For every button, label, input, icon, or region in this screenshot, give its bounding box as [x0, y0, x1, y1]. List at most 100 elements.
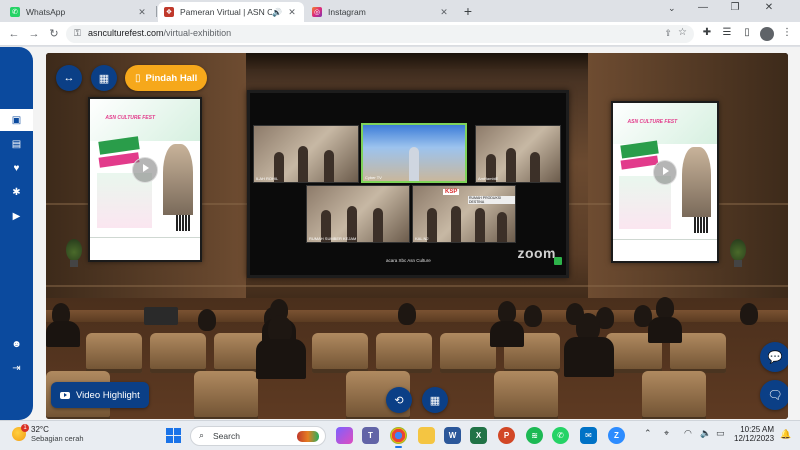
- powerpoint-app-icon[interactable]: P: [498, 427, 515, 444]
- taskbar-search-box[interactable]: ⌕ Search: [190, 426, 326, 446]
- toggle-view-button[interactable]: ↔: [56, 65, 82, 91]
- search-icon: ⌕: [199, 430, 205, 440]
- tab-separator: [156, 6, 157, 17]
- left-poster-screen[interactable]: ASN CULTURE FEST: [88, 97, 202, 262]
- whatsapp-icon: ✆: [10, 7, 20, 17]
- auditorium-3d-view[interactable]: ASN CULTURE FEST ASN CULTURE FEST ILAH R…: [46, 53, 788, 419]
- wall-stripe: [46, 285, 788, 287]
- teams-app-icon[interactable]: T: [362, 427, 379, 444]
- extensions-icon[interactable]: ✚: [700, 27, 714, 38]
- side-panel-icon[interactable]: ▯: [740, 27, 754, 38]
- word-app-icon[interactable]: W: [444, 427, 461, 444]
- seat: [440, 333, 496, 373]
- support-button[interactable]: 🗨: [760, 380, 788, 410]
- restore-icon[interactable]: ❐: [722, 2, 748, 13]
- seat: [642, 371, 706, 419]
- garuda-favicon-icon: ❖: [164, 7, 174, 17]
- chrome-app-icon[interactable]: [390, 427, 407, 448]
- whatsapp-app-icon[interactable]: ✆: [552, 427, 569, 444]
- tab-title: Pameran Virtual | ASN Cultu: [180, 7, 273, 17]
- share-icon[interactable]: ⇪: [664, 28, 672, 39]
- weather-widget[interactable]: 1 32°C Sebagian cerah: [12, 424, 84, 443]
- clock-date: 12/12/2023: [734, 434, 775, 443]
- zoom-meeting-caption: acara Xbc Asn Culture: [386, 258, 431, 263]
- sidebar-item-logout[interactable]: ⇥: [0, 357, 33, 379]
- conversation-icon: 🗨: [767, 388, 783, 402]
- user-icon: ☻: [11, 338, 22, 350]
- windows-start-icon[interactable]: [166, 428, 181, 443]
- site-info-icon[interactable]: ⚿: [74, 28, 81, 39]
- more-menu-icon[interactable]: ⋮: [780, 27, 794, 38]
- sidebar-item-map[interactable]: ▤: [0, 133, 33, 155]
- taskbar-clock[interactable]: 10:25 AM 12/12/2023: [734, 425, 774, 443]
- close-window-icon[interactable]: ✕: [756, 2, 782, 13]
- tab-title: WhatsApp: [26, 7, 66, 17]
- location-icon[interactable]: ⌖: [664, 428, 669, 439]
- reload-icon[interactable]: ↻: [46, 26, 62, 42]
- back-icon[interactable]: ←: [6, 26, 22, 42]
- volume-icon[interactable]: 🔈: [700, 428, 711, 439]
- seat: [194, 371, 258, 419]
- mail-app-icon[interactable]: ✉: [580, 427, 597, 444]
- sidebar-item-video[interactable]: ▶: [0, 205, 33, 227]
- sidebar-item-user[interactable]: ☻: [0, 333, 33, 355]
- video-highlight-label: Video Highlight: [76, 389, 140, 401]
- close-tab-icon[interactable]: ✕: [438, 7, 450, 18]
- poster-play-icon[interactable]: [131, 156, 159, 183]
- audience-head: [398, 303, 416, 325]
- poster-title: ASN CULTURE FEST: [627, 118, 678, 125]
- minimize-icon[interactable]: —: [690, 2, 716, 13]
- sidebar-item-favorite[interactable]: ♥: [0, 157, 33, 179]
- chat-button[interactable]: 💬: [760, 342, 788, 372]
- poster-figure: [681, 147, 711, 217]
- schedule-button[interactable]: ▦: [422, 387, 448, 413]
- building-icon: ▦: [98, 72, 110, 85]
- reading-list-icon[interactable]: ☰: [720, 27, 734, 38]
- video-tile: KSP RUMAH PRODUKSI DESTINA KAL N2: [412, 185, 516, 243]
- plant-leaves: [730, 239, 746, 261]
- speaker-icon[interactable]: 🔊: [272, 8, 282, 17]
- profile-avatar[interactable]: [760, 27, 774, 41]
- show-hidden-icons[interactable]: ⌃: [644, 428, 652, 439]
- tab-title: Instagram: [328, 7, 366, 17]
- tab-pameran-virtual[interactable]: ❖ Pameran Virtual | ASN Cultu 🔊 ✕: [158, 2, 304, 22]
- zoom-badge-icon: [554, 257, 562, 265]
- spotify-app-icon[interactable]: ≋: [526, 427, 543, 444]
- video-tile-caption: AmHambiE: [478, 176, 499, 181]
- sidebar-item-exhibition[interactable]: ▣: [0, 109, 33, 131]
- seat: [376, 333, 432, 373]
- plant-decoration: [66, 239, 82, 267]
- qr-code: [694, 216, 709, 233]
- right-poster-screen[interactable]: ASN CULTURE FEST: [611, 101, 719, 263]
- notification-bell-icon[interactable]: 🔔: [780, 429, 791, 440]
- main-zoom-screen[interactable]: ILAH ROHIL Cyber TV AmHambiE RUMAH SUMBE…: [247, 90, 569, 278]
- rotate-view-button[interactable]: ⟲: [386, 387, 412, 413]
- person-silhouette: [324, 150, 334, 182]
- video-highlight-button[interactable]: Video Highlight: [51, 382, 149, 408]
- copilot-app-icon[interactable]: [336, 427, 353, 444]
- zoom-app-icon[interactable]: Z: [608, 427, 625, 444]
- new-tab-button[interactable]: +: [460, 3, 476, 19]
- audience-body: [564, 337, 614, 377]
- battery-icon[interactable]: ▭: [716, 428, 725, 439]
- wifi-icon[interactable]: ◠: [684, 428, 692, 439]
- address-bar[interactable]: ⚿ asnculturefest.com/virtual-exhibition …: [66, 25, 694, 43]
- tab-search-icon[interactable]: ⌄: [668, 3, 676, 14]
- forward-icon[interactable]: →: [26, 26, 42, 42]
- excel-app-icon[interactable]: X: [470, 427, 487, 444]
- calendar-icon: ▦: [429, 394, 441, 407]
- pindah-hall-button[interactable]: ▯ Pindah Hall: [125, 65, 208, 91]
- sidebar-item-settings[interactable]: ✱: [0, 181, 33, 203]
- hall-map-button[interactable]: ▦: [91, 65, 117, 91]
- video-tile: ILAH ROHIL: [253, 125, 359, 183]
- weather-sun-icon: 1: [12, 424, 29, 441]
- map-icon: ▤: [11, 138, 22, 150]
- poster-play-icon[interactable]: [652, 159, 678, 186]
- close-tab-icon[interactable]: ✕: [136, 7, 148, 18]
- tab-whatsapp[interactable]: ✆ WhatsApp ✕: [4, 2, 154, 22]
- close-tab-icon[interactable]: ✕: [286, 7, 298, 18]
- person-silhouette: [451, 206, 461, 242]
- tab-instagram[interactable]: ◎ Instagram ✕: [306, 2, 456, 22]
- file-explorer-icon[interactable]: [418, 427, 435, 444]
- bookmark-star-icon[interactable]: ☆: [678, 27, 687, 38]
